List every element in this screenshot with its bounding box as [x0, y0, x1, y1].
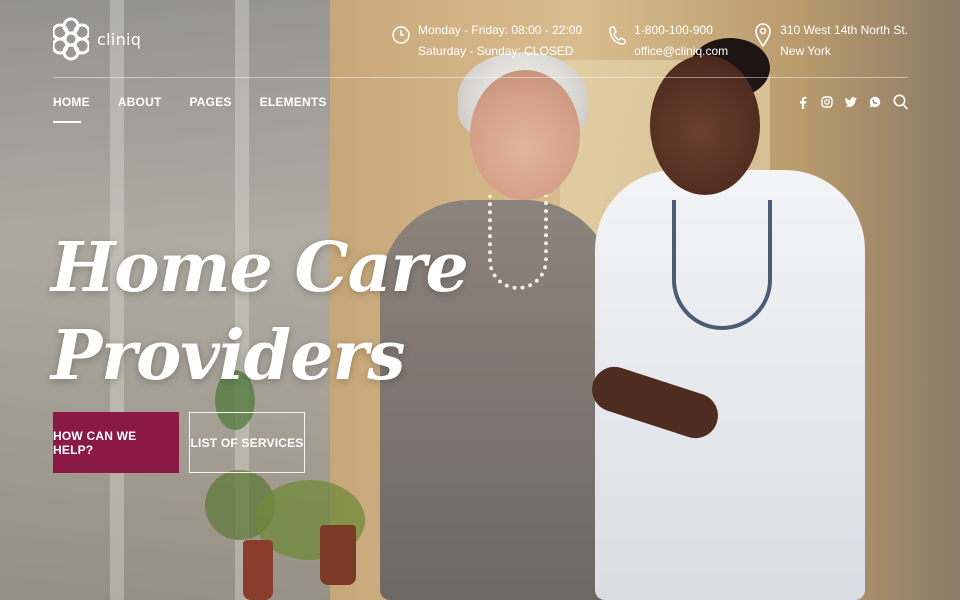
map-pin-icon — [755, 23, 771, 48]
nav-item-pages[interactable]: PAGES — [189, 95, 231, 123]
opening-hours: Monday - Friday: 08:00 - 22:00 Saturday … — [392, 20, 582, 62]
hero-title-line-1: Home Care — [51, 228, 469, 308]
phone-icon — [609, 26, 626, 45]
phone-number[interactable]: 1-800-100-900 — [634, 20, 728, 41]
hours-weekdays: Monday - Friday: 08:00 - 22:00 — [418, 23, 583, 37]
phone-email: 1-800-100-900 office@cliniq.com — [608, 20, 728, 62]
stethoscope — [672, 200, 772, 330]
clock-icon — [392, 26, 410, 44]
pearl-necklace — [488, 195, 548, 290]
search-icon[interactable] — [893, 94, 908, 110]
twitter-icon[interactable] — [845, 95, 857, 109]
hero-title-line-2: Providers — [51, 316, 406, 396]
flower-pot — [320, 525, 356, 585]
social-links — [797, 94, 908, 110]
nav-item-about[interactable]: ABOUT — [118, 95, 162, 123]
hero-buttons: HOW CAN WE HELP? LIST OF SERVICES — [53, 412, 305, 473]
list-of-services-button[interactable]: LIST OF SERVICES — [189, 412, 305, 473]
nav-item-home[interactable]: HOME — [53, 95, 90, 123]
header-divider — [53, 77, 908, 78]
address-city: New York — [780, 44, 831, 58]
instagram-icon[interactable] — [821, 95, 833, 109]
nav-item-elements[interactable]: ELEMENTS — [260, 95, 327, 123]
hours-weekend: Saturday - Sunday: CLOSED — [418, 44, 574, 58]
contact-info: Monday - Friday: 08:00 - 22:00 Saturday … — [392, 20, 908, 62]
email-address[interactable]: office@cliniq.com — [634, 41, 728, 62]
elderly-woman-face — [470, 70, 580, 200]
brand-name: cliniq — [97, 29, 142, 49]
flower-pot — [243, 540, 273, 600]
facebook-icon[interactable] — [797, 95, 809, 109]
top-bar: cliniq Monday - Friday: 08:00 - 22:00 Sa… — [53, 12, 908, 78]
logo[interactable]: cliniq — [53, 14, 141, 64]
address: 310 West 14th North St. New York — [754, 20, 908, 62]
logo-icon — [53, 17, 89, 61]
main-nav: HOME ABOUT PAGES ELEMENTS — [53, 95, 327, 123]
whatsapp-icon[interactable] — [869, 95, 881, 109]
hero-title: Home Care Providers — [51, 224, 469, 400]
address-street: 310 West 14th North St. — [780, 23, 908, 37]
how-can-we-help-button[interactable]: HOW CAN WE HELP? — [53, 412, 179, 473]
hero-section: cliniq Monday - Friday: 08:00 - 22:00 Sa… — [0, 0, 960, 600]
